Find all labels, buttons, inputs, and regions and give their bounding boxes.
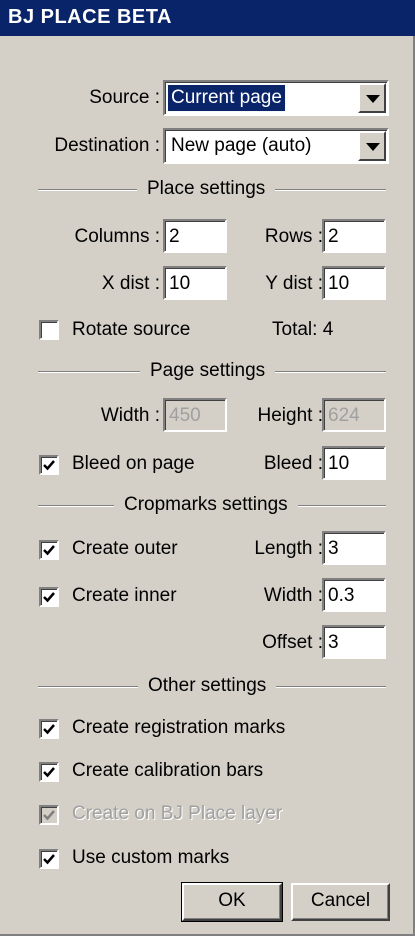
crop-width-input[interactable]: 0.3: [322, 578, 386, 612]
bleed-input[interactable]: 10: [322, 446, 386, 480]
create-inner-label: Create inner: [72, 585, 177, 606]
ydist-input[interactable]: 10: [322, 266, 386, 300]
offset-input[interactable]: 3: [322, 625, 386, 659]
custom-marks-label: Use custom marks: [72, 847, 230, 868]
rows-label: Rows :: [264, 226, 323, 247]
registration-marks-label: Create registration marks: [72, 717, 286, 738]
xdist-label: X dist :: [101, 273, 160, 294]
bj-place-layer-checkbox: [39, 805, 59, 825]
crop-width-label: Width :: [263, 585, 323, 606]
check-icon: [43, 854, 55, 865]
ydist-label: Y dist :: [265, 273, 323, 294]
calibration-bars-label: Create calibration bars: [72, 760, 264, 781]
check-icon: [43, 592, 55, 603]
check-icon: [43, 810, 55, 821]
bleed-on-page-label: Bleed on page: [72, 453, 195, 474]
source-select[interactable]: Current page: [163, 80, 389, 116]
registration-marks-checkbox[interactable]: [39, 719, 59, 739]
cancel-button[interactable]: Cancel: [291, 883, 390, 921]
ok-button[interactable]: OK: [181, 882, 283, 922]
bleed-on-page-checkbox[interactable]: [39, 455, 59, 475]
rotate-source-label: Rotate source: [72, 319, 191, 340]
length-label: Length :: [254, 538, 323, 559]
bleed-label: Bleed :: [263, 453, 323, 474]
page-width-input: 450: [163, 398, 227, 432]
window-title: BJ PLACE BETA: [0, 0, 415, 36]
source-value: Current page: [167, 84, 286, 112]
check-icon: [43, 724, 55, 735]
columns-input[interactable]: 2: [163, 219, 227, 253]
create-outer-label: Create outer: [72, 538, 178, 559]
destination-dropdown-arrow-icon[interactable]: [358, 131, 386, 161]
destination-label: Destination :: [54, 135, 160, 156]
source-label: Source :: [89, 87, 160, 108]
total-text: Total: 4: [272, 319, 334, 340]
destination-value: New page (auto): [171, 135, 312, 156]
source-dropdown-arrow-icon[interactable]: [358, 83, 386, 113]
page-settings-heading: Page settings: [140, 359, 276, 383]
xdist-input[interactable]: 10: [163, 266, 227, 300]
page-height-input: 624: [322, 398, 386, 432]
page-width-label: Width :: [100, 405, 160, 426]
other-settings-heading: Other settings: [138, 674, 277, 698]
custom-marks-checkbox[interactable]: [39, 849, 59, 869]
bj-place-layer-label: Create on BJ Place layer: [72, 803, 283, 824]
create-inner-checkbox[interactable]: [39, 587, 59, 607]
check-icon: [43, 767, 55, 778]
check-icon: [43, 460, 55, 471]
place-settings-heading: Place settings: [137, 177, 276, 201]
create-outer-checkbox[interactable]: [39, 540, 59, 560]
rotate-source-checkbox[interactable]: [39, 320, 59, 340]
cropmarks-settings-heading: Cropmarks settings: [114, 493, 298, 517]
offset-label: Offset :: [262, 632, 323, 653]
calibration-bars-checkbox[interactable]: [39, 762, 59, 782]
page-height-label: Height :: [257, 405, 323, 426]
destination-select[interactable]: New page (auto): [163, 128, 389, 164]
check-icon: [43, 545, 55, 556]
length-input[interactable]: 3: [322, 531, 386, 565]
rows-input[interactable]: 2: [322, 219, 386, 253]
columns-label: Columns :: [74, 226, 160, 247]
